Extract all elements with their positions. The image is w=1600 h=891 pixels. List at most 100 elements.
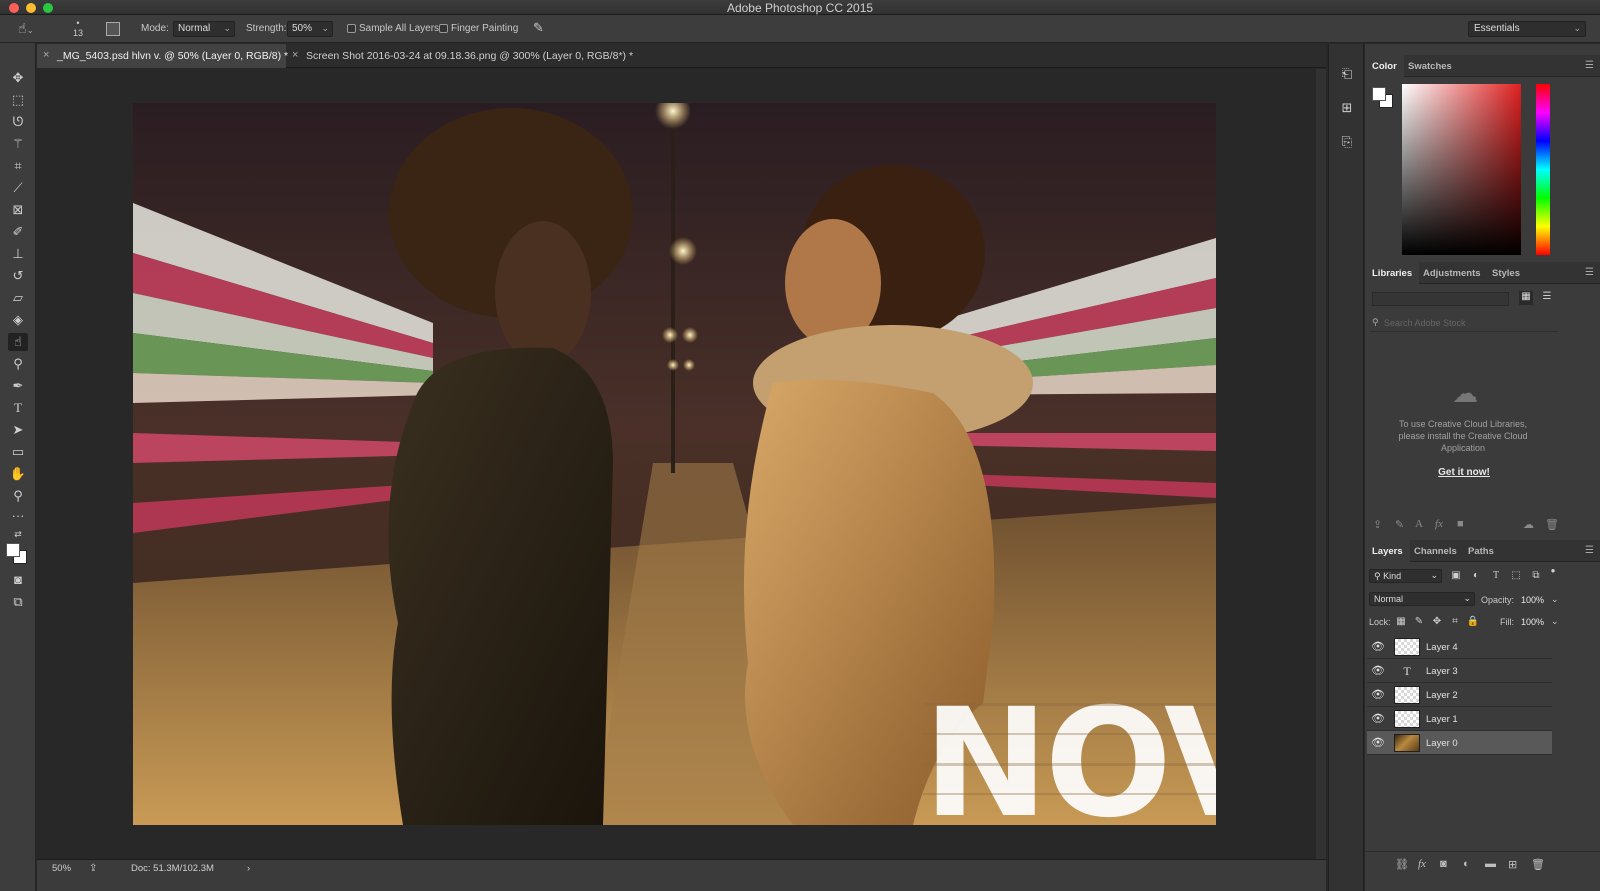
move-tool-icon[interactable]: ✥ <box>8 69 28 87</box>
brush-panel-toggle-icon[interactable] <box>106 22 120 36</box>
paint-bucket-tool-icon[interactable]: ◈ <box>8 311 28 329</box>
document-tab[interactable]: × Screen Shot 2016-03-24 at 09.18.36.png… <box>286 44 636 68</box>
layer-row[interactable]: 👁 Layer 4 <box>1367 635 1552 659</box>
upload-icon[interactable]: ⇪ <box>1373 518 1382 531</box>
add-layer-style-icon[interactable]: fx <box>1435 518 1443 530</box>
paragraph-panel-icon[interactable]: ⎘ <box>1337 132 1357 152</box>
foreground-color-swatch[interactable] <box>6 543 20 557</box>
filter-toggle-icon[interactable]: ● <box>1546 566 1560 575</box>
canvas-vertical-scrollbar[interactable] <box>1316 69 1326 859</box>
brush-tool-icon[interactable]: ✐ <box>8 223 28 241</box>
tab-adjustments[interactable]: Adjustments <box>1416 262 1488 284</box>
chevron-down-icon[interactable]: ⌄ <box>1551 594 1559 605</box>
clone-stamp-tool-icon[interactable]: ⊥ <box>8 245 28 263</box>
layer-row-selected[interactable]: 👁 Layer 0 <box>1367 731 1552 755</box>
panel-menu-icon[interactable]: ☰ <box>1585 545 1594 556</box>
visibility-eye-icon[interactable]: 👁 <box>1371 664 1385 677</box>
quick-mask-icon[interactable]: ◙ <box>8 571 28 589</box>
dodge-tool-icon[interactable]: ⚲ <box>8 355 28 373</box>
add-brush-icon[interactable]: ✎ <box>1395 518 1404 531</box>
screen-mode-icon[interactable]: ⧉ <box>8 593 28 611</box>
chevron-down-icon[interactable]: ⌄ <box>1551 616 1559 627</box>
visibility-eye-icon[interactable]: 👁 <box>1371 688 1385 701</box>
mode-select[interactable]: Normal ⌄ <box>173 21 235 37</box>
delete-icon[interactable]: 🗑 <box>1545 518 1559 531</box>
tab-channels[interactable]: Channels <box>1407 540 1464 562</box>
lock-image-pixels-icon[interactable]: ✎ <box>1412 616 1426 627</box>
lock-all-icon[interactable]: 🔒 <box>1466 616 1480 627</box>
finger-painting-checkbox[interactable] <box>439 24 448 33</box>
eyedropper-tool-icon[interactable]: ⟋ <box>8 179 28 197</box>
lock-transparent-pixels-icon[interactable]: ▦ <box>1394 616 1408 627</box>
hand-tool-icon[interactable]: ✋ <box>8 465 28 483</box>
grid-view-icon[interactable]: ▦ <box>1519 291 1533 305</box>
adobe-stock-search-input[interactable]: ⚲ Search Adobe Stock <box>1370 316 1558 332</box>
tab-color[interactable]: Color <box>1365 55 1404 77</box>
close-tab-icon[interactable]: × <box>43 49 49 61</box>
add-mask-icon[interactable]: ◙ <box>1440 858 1447 870</box>
library-select[interactable] <box>1372 292 1509 306</box>
tab-layers[interactable]: Layers <box>1365 540 1410 562</box>
document-tab[interactable]: × _MG_5403.psd hlvn v. @ 50% (Layer 0, R… <box>37 44 288 68</box>
zoom-level[interactable]: 50% <box>52 863 71 874</box>
strength-field[interactable]: 50% ⌄ <box>287 21 333 37</box>
fill-value[interactable]: 100% <box>1521 617 1544 627</box>
get-it-now-link[interactable]: Get it now! <box>1424 467 1504 478</box>
history-panel-icon[interactable]: ⎗ <box>1337 64 1357 84</box>
filter-adjustment-icon[interactable]: ◐ <box>1469 570 1483 581</box>
visibility-eye-icon[interactable]: 👁 <box>1371 736 1385 749</box>
link-layers-icon[interactable]: ⛓ <box>1395 858 1409 871</box>
export-icon[interactable]: ⇪ <box>89 863 97 874</box>
sample-all-layers-checkbox[interactable] <box>347 24 356 33</box>
marquee-tool-icon[interactable]: ⬚ <box>8 91 28 109</box>
layer-row[interactable]: 👁 T Layer 3 <box>1367 659 1552 683</box>
lock-position-icon[interactable]: ✥ <box>1430 616 1444 627</box>
add-character-style-icon[interactable]: A <box>1415 518 1423 530</box>
filter-pixel-icon[interactable]: ▣ <box>1449 570 1463 581</box>
rectangle-tool-icon[interactable]: ▭ <box>8 443 28 461</box>
swap-colors-icon[interactable]: ⇄ <box>8 525 28 543</box>
tab-styles[interactable]: Styles <box>1485 262 1527 284</box>
close-tab-icon[interactable]: × <box>292 49 298 61</box>
history-brush-tool-icon[interactable]: ↺ <box>8 267 28 285</box>
filter-shape-icon[interactable]: ⬚ <box>1509 570 1523 581</box>
layer-row[interactable]: 👁 Layer 2 <box>1367 683 1552 707</box>
tab-libraries[interactable]: Libraries <box>1365 262 1420 284</box>
new-layer-icon[interactable]: ⊞ <box>1508 858 1517 871</box>
lock-artboard-icon[interactable]: ⌗ <box>1448 616 1462 627</box>
visibility-eye-icon[interactable]: 👁 <box>1371 712 1385 725</box>
type-tool-icon[interactable]: T <box>8 399 28 417</box>
smudge-tool-preset-icon[interactable]: ☝⌄ <box>18 20 44 38</box>
opacity-value[interactable]: 100% <box>1521 595 1544 605</box>
add-layer-style-icon[interactable]: fx <box>1418 858 1426 870</box>
zoom-tool-icon[interactable]: ⚲ <box>8 487 28 505</box>
lasso-tool-icon[interactable]: ᘎ <box>8 113 28 131</box>
color-panel-foreground-swatch[interactable] <box>1372 87 1386 101</box>
healing-brush-tool-icon[interactable]: ⊠ <box>8 201 28 219</box>
document-canvas[interactable]: NOVA <box>133 103 1216 825</box>
status-menu-arrow-icon[interactable]: › <box>247 863 250 874</box>
visibility-eye-icon[interactable]: 👁 <box>1371 640 1385 653</box>
path-selection-tool-icon[interactable]: ➤ <box>8 421 28 439</box>
magic-wand-tool-icon[interactable]: ⚚ <box>8 135 28 153</box>
layer-filter-kind-select[interactable]: ⚲ Kind ⌄ <box>1369 569 1442 583</box>
delete-layer-icon[interactable]: 🗑 <box>1531 858 1545 871</box>
panel-menu-icon[interactable]: ☰ <box>1585 267 1594 278</box>
layer-row[interactable]: 👁 Layer 1 <box>1367 707 1552 731</box>
color-picker-field[interactable] <box>1402 84 1521 255</box>
new-adjustment-layer-icon[interactable]: ◐ <box>1463 858 1470 870</box>
eraser-tool-icon[interactable]: ▱ <box>8 289 28 307</box>
panel-menu-icon[interactable]: ☰ <box>1585 60 1594 71</box>
blend-mode-select[interactable]: Normal ⌄ <box>1369 592 1475 606</box>
workspace-switcher[interactable]: Essentials ⌄ <box>1468 21 1586 37</box>
pen-tool-icon[interactable]: ✒ <box>8 377 28 395</box>
crop-tool-icon[interactable]: ⌗ <box>8 157 28 175</box>
filter-smart-object-icon[interactable]: ⧉ <box>1529 570 1543 581</box>
brush-size-picker[interactable]: • 13 <box>64 18 92 42</box>
filter-type-icon[interactable]: T <box>1489 570 1503 581</box>
cloud-sync-icon[interactable]: ☁ <box>1523 518 1534 531</box>
smudge-tool-icon[interactable]: ☝ <box>8 333 28 351</box>
more-tools-icon[interactable]: ··· <box>8 507 28 525</box>
tab-swatches[interactable]: Swatches <box>1401 55 1459 77</box>
pressure-icon[interactable]: ✎ <box>533 20 551 38</box>
